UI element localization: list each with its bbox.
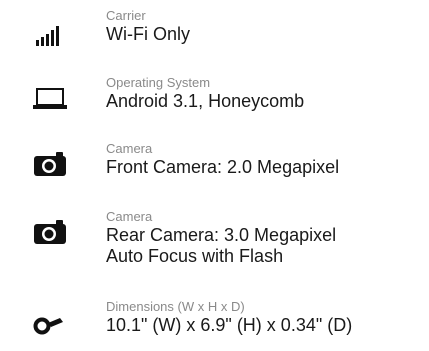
spec-value: Front Camera: 2.0 Megapixel: [106, 157, 340, 177]
camera-icon: [33, 152, 67, 176]
spec-label: Dimensions (W x H x D): [106, 299, 245, 314]
spec-label: Camera: [106, 209, 153, 224]
spec-value-line: Auto Focus with Flash: [106, 246, 284, 266]
spec-value: Wi-Fi Only: [106, 24, 190, 44]
spec-label: Camera: [106, 141, 153, 156]
spec-value: Rear Camera: 3.0 Megapixel Auto Focus wi…: [106, 225, 336, 267]
camera-icon: [33, 220, 67, 244]
spec-value: Android 3.1, Honeycomb: [106, 91, 305, 111]
spec-list: Carrier Wi-Fi Only Operating System Andr…: [0, 0, 429, 351]
signal-bars-icon: [33, 24, 67, 48]
tag-icon: [33, 313, 67, 337]
laptop-icon: [33, 87, 67, 111]
spec-value: 10.1" (W) x 6.9" (H) x 0.34" (D): [106, 315, 353, 335]
spec-label: Carrier: [106, 8, 146, 23]
spec-value-line: Rear Camera: 3.0 Megapixel: [106, 225, 337, 245]
spec-label: Operating System: [106, 75, 211, 90]
